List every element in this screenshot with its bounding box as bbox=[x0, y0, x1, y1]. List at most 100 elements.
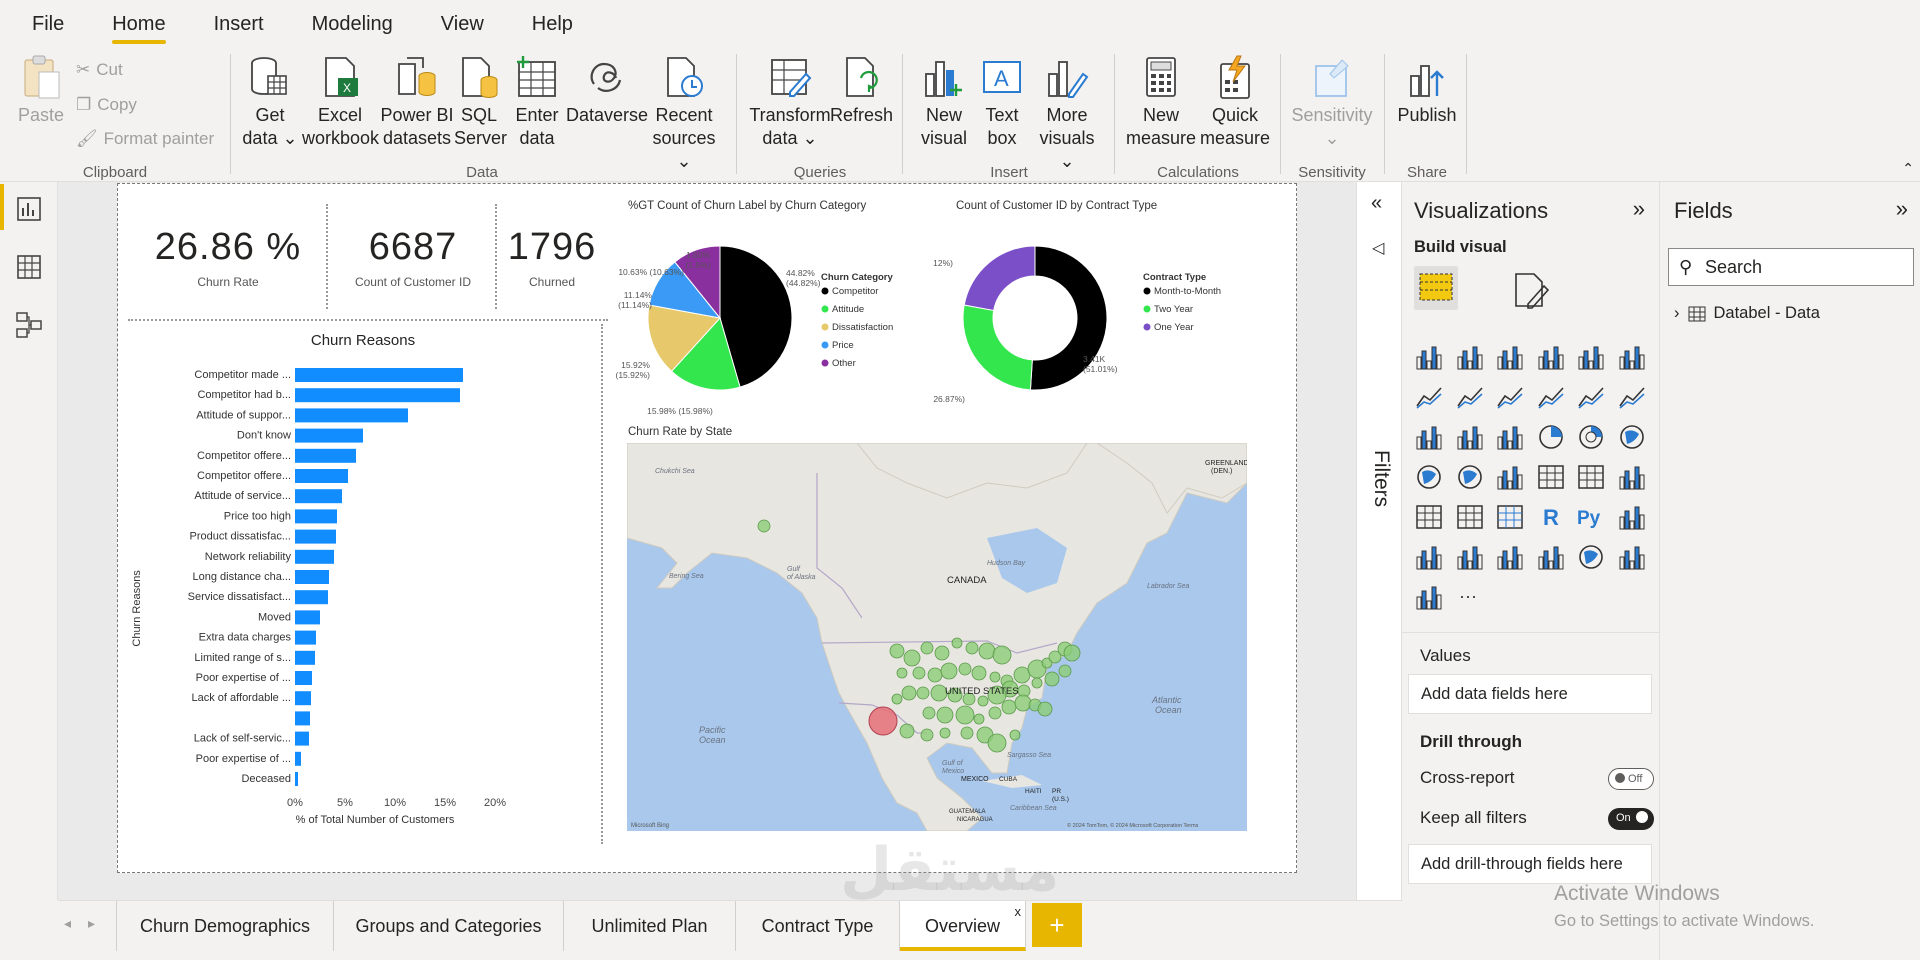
qa-icon[interactable] bbox=[1455, 542, 1485, 572]
scatter-chart-icon[interactable] bbox=[1495, 422, 1525, 452]
clustered-column-chart-icon[interactable] bbox=[1536, 342, 1566, 372]
table-icon[interactable] bbox=[1455, 502, 1485, 532]
add-page-button[interactable]: + bbox=[1032, 903, 1082, 947]
enter-data-button[interactable]: Enter data bbox=[508, 54, 566, 150]
quick-measure-button[interactable]: Quick measure bbox=[1198, 54, 1272, 150]
slice[interactable] bbox=[963, 245, 1036, 312]
filters-pane-collapsed[interactable]: « ◁ Filters bbox=[1356, 182, 1402, 900]
text-box-button[interactable]: A Text box bbox=[974, 54, 1030, 150]
line-stacked-column-chart-icon[interactable] bbox=[1576, 382, 1606, 412]
state-bubble[interactable] bbox=[920, 728, 934, 742]
area-chart-icon[interactable] bbox=[1455, 382, 1485, 412]
state-bubble[interactable] bbox=[1014, 694, 1032, 712]
bar[interactable] bbox=[295, 630, 316, 645]
bar[interactable] bbox=[295, 408, 408, 423]
next-page-icon[interactable]: ▸ bbox=[88, 915, 95, 932]
churn-reasons-bar-chart[interactable]: Competitor made ... Competitor had b... At… bbox=[128, 354, 618, 844]
tab-unlimited-plan[interactable]: Unlimited Plan bbox=[564, 901, 736, 951]
sql-server-button[interactable]: SQL Server bbox=[454, 54, 507, 150]
more-visuals-icon[interactable]: ··· bbox=[1455, 582, 1485, 612]
100-stacked-column-chart-icon[interactable] bbox=[1617, 342, 1647, 372]
bar[interactable] bbox=[295, 570, 329, 584]
state-bubble[interactable] bbox=[940, 662, 958, 680]
donut-chart-icon[interactable] bbox=[1576, 422, 1606, 452]
state-bubble[interactable] bbox=[1001, 699, 1017, 715]
state-bubble[interactable] bbox=[971, 665, 987, 681]
tab-churn-demographics[interactable]: Churn Demographics bbox=[116, 901, 334, 951]
state-bubble[interactable] bbox=[988, 706, 1002, 720]
sensitivity-button[interactable]: Sensitivity ⌄ bbox=[1290, 54, 1374, 150]
refresh-button[interactable]: Refresh bbox=[830, 54, 893, 127]
filled-map-icon[interactable] bbox=[1455, 462, 1485, 492]
bar[interactable] bbox=[295, 772, 298, 786]
collapse-pane-icon[interactable]: » bbox=[1633, 196, 1645, 222]
bar[interactable] bbox=[295, 671, 312, 685]
state-bubble[interactable] bbox=[896, 667, 908, 679]
bar[interactable] bbox=[295, 691, 311, 706]
state-bubble[interactable] bbox=[1013, 666, 1031, 684]
fields-search-input[interactable]: ⚲ Search bbox=[1668, 248, 1914, 286]
bar[interactable] bbox=[295, 509, 337, 524]
decomposition-tree-icon[interactable] bbox=[1414, 542, 1444, 572]
treemap-icon[interactable] bbox=[1617, 422, 1647, 452]
excel-workbook-button[interactable]: X Excel workbook bbox=[302, 54, 379, 150]
state-bubble[interactable] bbox=[965, 641, 979, 655]
build-visual-tab[interactable] bbox=[1414, 266, 1458, 310]
multi-row-card-icon[interactable] bbox=[1576, 462, 1606, 492]
bar[interactable] bbox=[295, 650, 315, 665]
state-bubble[interactable] bbox=[868, 706, 898, 736]
collapse-ribbon-icon[interactable]: ⌃ bbox=[1902, 160, 1914, 177]
state-bubble[interactable] bbox=[901, 685, 917, 701]
bar[interactable] bbox=[295, 368, 463, 382]
bar[interactable] bbox=[295, 549, 334, 564]
state-bubble[interactable] bbox=[1044, 671, 1060, 687]
smart-narrative-icon[interactable] bbox=[1495, 542, 1525, 572]
transform-data-button[interactable]: Transform data ⌄ bbox=[748, 54, 832, 150]
state-bubble[interactable] bbox=[951, 637, 963, 649]
churn-category-pie-chart[interactable]: 44.82%(44.82%) 15.98% (15.98%) 15.92%(15.9… bbox=[608, 218, 938, 418]
r-visual-icon[interactable]: R bbox=[1536, 502, 1566, 532]
pie-chart-icon[interactable] bbox=[1536, 422, 1566, 452]
menu-view[interactable]: View bbox=[417, 0, 508, 48]
state-bubble[interactable] bbox=[992, 645, 1012, 665]
bar[interactable] bbox=[295, 610, 320, 625]
gauge-icon[interactable] bbox=[1495, 462, 1525, 492]
power-bi-datasets-button[interactable]: Power BI datasets bbox=[380, 54, 454, 150]
recent-sources-button[interactable]: Recent sources ⌄ bbox=[646, 54, 722, 173]
cross-report-toggle[interactable]: Off bbox=[1608, 768, 1654, 790]
state-bubble[interactable] bbox=[955, 705, 975, 725]
azure-map-icon[interactable] bbox=[1576, 542, 1606, 572]
expand-icon[interactable]: « bbox=[1371, 192, 1382, 215]
state-bubble[interactable] bbox=[1009, 729, 1021, 741]
field-table-databel[interactable]: › Databel - Data bbox=[1674, 304, 1820, 323]
slicer-icon[interactable] bbox=[1414, 502, 1444, 532]
bar[interactable] bbox=[295, 590, 328, 605]
bar[interactable] bbox=[295, 469, 348, 483]
state-bubble[interactable] bbox=[899, 723, 915, 739]
menu-home[interactable]: Home bbox=[88, 0, 189, 48]
state-bubble[interactable] bbox=[927, 667, 943, 683]
funnel-chart-icon[interactable] bbox=[1455, 422, 1485, 452]
values-drop-well[interactable]: Add data fields here bbox=[1408, 674, 1652, 714]
state-bubble[interactable] bbox=[989, 671, 1001, 683]
stacked-bar-chart-icon[interactable] bbox=[1414, 342, 1444, 372]
card-icon[interactable] bbox=[1536, 462, 1566, 492]
cut-button[interactable]: ✂ Cut bbox=[76, 60, 123, 80]
state-bubble[interactable] bbox=[922, 706, 936, 720]
bar[interactable] bbox=[295, 428, 363, 443]
state-bubble[interactable] bbox=[916, 686, 930, 700]
contract-type-donut-chart[interactable]: 3.41K(51.01%) 1.8K (26.87%) 1.48K (22.12%)… bbox=[933, 218, 1293, 418]
matrix-icon[interactable] bbox=[1495, 502, 1525, 532]
bar[interactable] bbox=[295, 731, 309, 746]
state-bubble[interactable] bbox=[978, 642, 996, 660]
state-bubble[interactable] bbox=[1031, 677, 1043, 689]
model-view-icon[interactable] bbox=[14, 310, 44, 340]
paste-button[interactable]: Paste bbox=[16, 54, 66, 127]
map-icon[interactable] bbox=[1414, 462, 1444, 492]
state-bubble[interactable] bbox=[891, 693, 903, 705]
bar[interactable] bbox=[295, 489, 342, 504]
clustered-bar-chart-icon[interactable] bbox=[1495, 342, 1525, 372]
menu-help[interactable]: Help bbox=[508, 0, 597, 48]
kpi-icon[interactable] bbox=[1617, 462, 1647, 492]
state-bubble[interactable] bbox=[912, 666, 926, 680]
